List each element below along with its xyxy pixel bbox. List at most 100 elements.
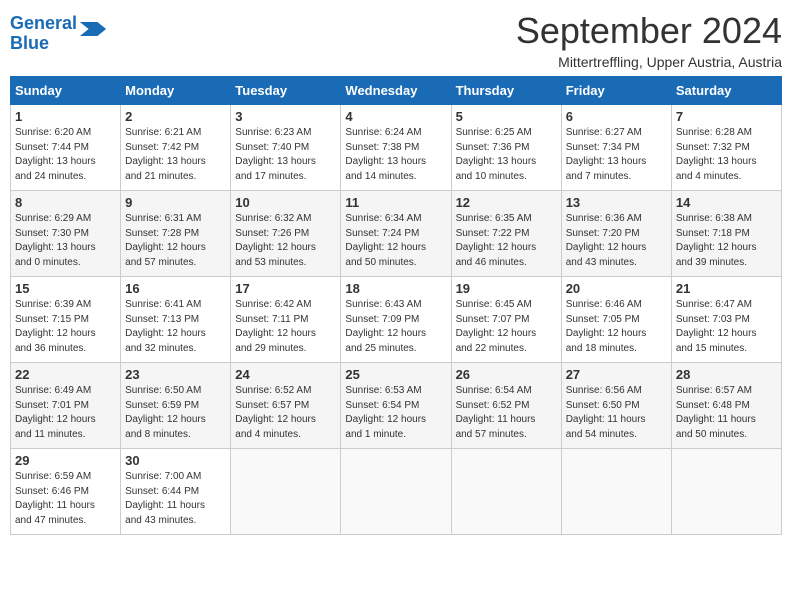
day-number: 24 [235,367,336,382]
day-info: Sunrise: 6:21 AMSunset: 7:42 PMDaylight:… [125,126,226,184]
calendar-day-cell: 12Sunrise: 6:35 AMSunset: 7:22 PMDayligh… [451,191,561,277]
calendar-day-cell: 14 Sunrise: 6:38 AMSunset: 7:18 PMDayligh… [671,191,781,277]
weekday-header: Wednesday [341,77,451,105]
calendar-day-cell: 1 Sunrise: 6:20 AMSunset: 7:44 PMDaylight… [11,105,121,191]
day-number: 2 [125,109,226,124]
day-number: 3 [235,109,336,124]
calendar-day-cell: 27 Sunrise: 6:56 AMSunset: 6:50 PMDayligh… [561,363,671,449]
calendar-day-cell: 7Sunrise: 6:28 AMSunset: 7:32 PMDaylight… [671,105,781,191]
day-number: 8 [15,195,116,210]
day-number: 20 [566,281,667,296]
logo: GeneralBlue [10,14,107,54]
day-info: Sunrise: 6:47 AMSunset: 7:03 PMDaylight:… [676,298,777,356]
calendar-day-cell: 21 Sunrise: 6:47 AMSunset: 7:03 PMDayligh… [671,277,781,363]
day-info: Sunrise: 6:31 AMSunset: 7:28 PMDaylight:… [125,212,226,270]
day-number: 15 [15,281,116,296]
day-number: 7 [676,109,777,124]
day-number: 9 [125,195,226,210]
day-info: Sunrise: 6:46 AMSunset: 7:05 PMDaylight:… [566,298,667,356]
day-info: Sunrise: 7:00 AMSunset: 6:44 PMDaylight:… [125,470,226,528]
calendar-week-row: 1 Sunrise: 6:20 AMSunset: 7:44 PMDaylight… [11,105,782,191]
calendar-day-cell [671,449,781,535]
day-info: Sunrise: 6:49 AMSunset: 7:01 PMDaylight:… [15,384,116,442]
day-info: Sunrise: 6:42 AMSunset: 7:11 PMDaylight:… [235,298,336,356]
calendar-day-cell [561,449,671,535]
day-info: Sunrise: 6:27 AMSunset: 7:34 PMDaylight:… [566,126,667,184]
weekday-header: Saturday [671,77,781,105]
day-number: 11 [345,195,446,210]
day-number: 6 [566,109,667,124]
weekday-header: Tuesday [231,77,341,105]
day-number: 1 [15,109,116,124]
day-number: 27 [566,367,667,382]
calendar-day-cell: 9 Sunrise: 6:31 AMSunset: 7:28 PMDaylight… [121,191,231,277]
day-number: 26 [456,367,557,382]
calendar-day-cell: 19Sunrise: 6:45 AMSunset: 7:07 PMDayligh… [451,277,561,363]
day-number: 28 [676,367,777,382]
calendar-day-cell: 28 Sunrise: 6:57 AMSunset: 6:48 PMDayligh… [671,363,781,449]
calendar-week-row: 15 Sunrise: 6:39 AMSunset: 7:15 PMDayligh… [11,277,782,363]
day-number: 30 [125,453,226,468]
day-info: Sunrise: 6:54 AMSunset: 6:52 PMDaylight:… [456,384,557,442]
calendar-day-cell: 2 Sunrise: 6:21 AMSunset: 7:42 PMDaylight… [121,105,231,191]
day-info: Sunrise: 6:38 AMSunset: 7:18 PMDaylight:… [676,212,777,270]
calendar-day-cell: 10Sunrise: 6:32 AMSunset: 7:26 PMDayligh… [231,191,341,277]
month-title: September 2024 [516,10,782,52]
calendar-table: SundayMondayTuesdayWednesdayThursdayFrid… [10,76,782,535]
logo-text: GeneralBlue [10,14,77,54]
day-number: 29 [15,453,116,468]
calendar-body: 1 Sunrise: 6:20 AMSunset: 7:44 PMDaylight… [11,105,782,535]
day-number: 23 [125,367,226,382]
day-number: 12 [456,195,557,210]
calendar-day-cell: 18Sunrise: 6:43 AMSunset: 7:09 PMDayligh… [341,277,451,363]
location-subtitle: Mittertreffling, Upper Austria, Austria [516,54,782,70]
calendar-day-cell: 20 Sunrise: 6:46 AMSunset: 7:05 PMDayligh… [561,277,671,363]
calendar-week-row: 29 Sunrise: 6:59 AMSunset: 6:46 PMDayligh… [11,449,782,535]
day-info: Sunrise: 6:34 AMSunset: 7:24 PMDaylight:… [345,212,446,270]
day-info: Sunrise: 6:20 AMSunset: 7:44 PMDaylight:… [15,126,116,184]
calendar-header-row: SundayMondayTuesdayWednesdayThursdayFrid… [11,77,782,105]
day-number: 4 [345,109,446,124]
day-number: 21 [676,281,777,296]
day-number: 25 [345,367,446,382]
calendar-week-row: 8 Sunrise: 6:29 AMSunset: 7:30 PMDaylight… [11,191,782,277]
day-info: Sunrise: 6:41 AMSunset: 7:13 PMDaylight:… [125,298,226,356]
day-number: 22 [15,367,116,382]
day-info: Sunrise: 6:29 AMSunset: 7:30 PMDaylight:… [15,212,116,270]
calendar-day-cell [451,449,561,535]
day-info: Sunrise: 6:56 AMSunset: 6:50 PMDaylight:… [566,384,667,442]
day-number: 16 [125,281,226,296]
calendar-day-cell [231,449,341,535]
calendar-week-row: 22 Sunrise: 6:49 AMSunset: 7:01 PMDayligh… [11,363,782,449]
day-info: Sunrise: 6:43 AMSunset: 7:09 PMDaylight:… [345,298,446,356]
calendar-day-cell: 24 Sunrise: 6:52 AMSunset: 6:57 PMDayligh… [231,363,341,449]
day-info: Sunrise: 6:59 AMSunset: 6:46 PMDaylight:… [15,470,116,528]
title-block: September 2024 Mittertreffling, Upper Au… [516,10,782,70]
day-info: Sunrise: 6:23 AMSunset: 7:40 PMDaylight:… [235,126,336,184]
day-info: Sunrise: 6:39 AMSunset: 7:15 PMDaylight:… [15,298,116,356]
calendar-day-cell: 6 Sunrise: 6:27 AMSunset: 7:34 PMDaylight… [561,105,671,191]
calendar-day-cell: 29 Sunrise: 6:59 AMSunset: 6:46 PMDayligh… [11,449,121,535]
day-info: Sunrise: 6:57 AMSunset: 6:48 PMDaylight:… [676,384,777,442]
day-number: 14 [676,195,777,210]
calendar-day-cell: 23 Sunrise: 6:50 AMSunset: 6:59 PMDayligh… [121,363,231,449]
weekday-header: Sunday [11,77,121,105]
day-number: 19 [456,281,557,296]
calendar-day-cell: 15 Sunrise: 6:39 AMSunset: 7:15 PMDayligh… [11,277,121,363]
calendar-day-cell: 25 Sunrise: 6:53 AMSunset: 6:54 PMDayligh… [341,363,451,449]
weekday-header: Monday [121,77,231,105]
logo-icon [79,22,107,36]
day-info: Sunrise: 6:25 AMSunset: 7:36 PMDaylight:… [456,126,557,184]
day-number: 17 [235,281,336,296]
weekday-header: Thursday [451,77,561,105]
calendar-day-cell: 5 Sunrise: 6:25 AMSunset: 7:36 PMDaylight… [451,105,561,191]
day-info: Sunrise: 6:52 AMSunset: 6:57 PMDaylight:… [235,384,336,442]
day-info: Sunrise: 6:36 AMSunset: 7:20 PMDaylight:… [566,212,667,270]
day-info: Sunrise: 6:32 AMSunset: 7:26 PMDaylight:… [235,212,336,270]
day-info: Sunrise: 6:50 AMSunset: 6:59 PMDaylight:… [125,384,226,442]
calendar-day-cell: 17 Sunrise: 6:42 AMSunset: 7:11 PMDayligh… [231,277,341,363]
day-number: 5 [456,109,557,124]
calendar-day-cell: 4Sunrise: 6:24 AMSunset: 7:38 PMDaylight… [341,105,451,191]
day-info: Sunrise: 6:53 AMSunset: 6:54 PMDaylight:… [345,384,446,442]
calendar-day-cell: 26 Sunrise: 6:54 AMSunset: 6:52 PMDayligh… [451,363,561,449]
